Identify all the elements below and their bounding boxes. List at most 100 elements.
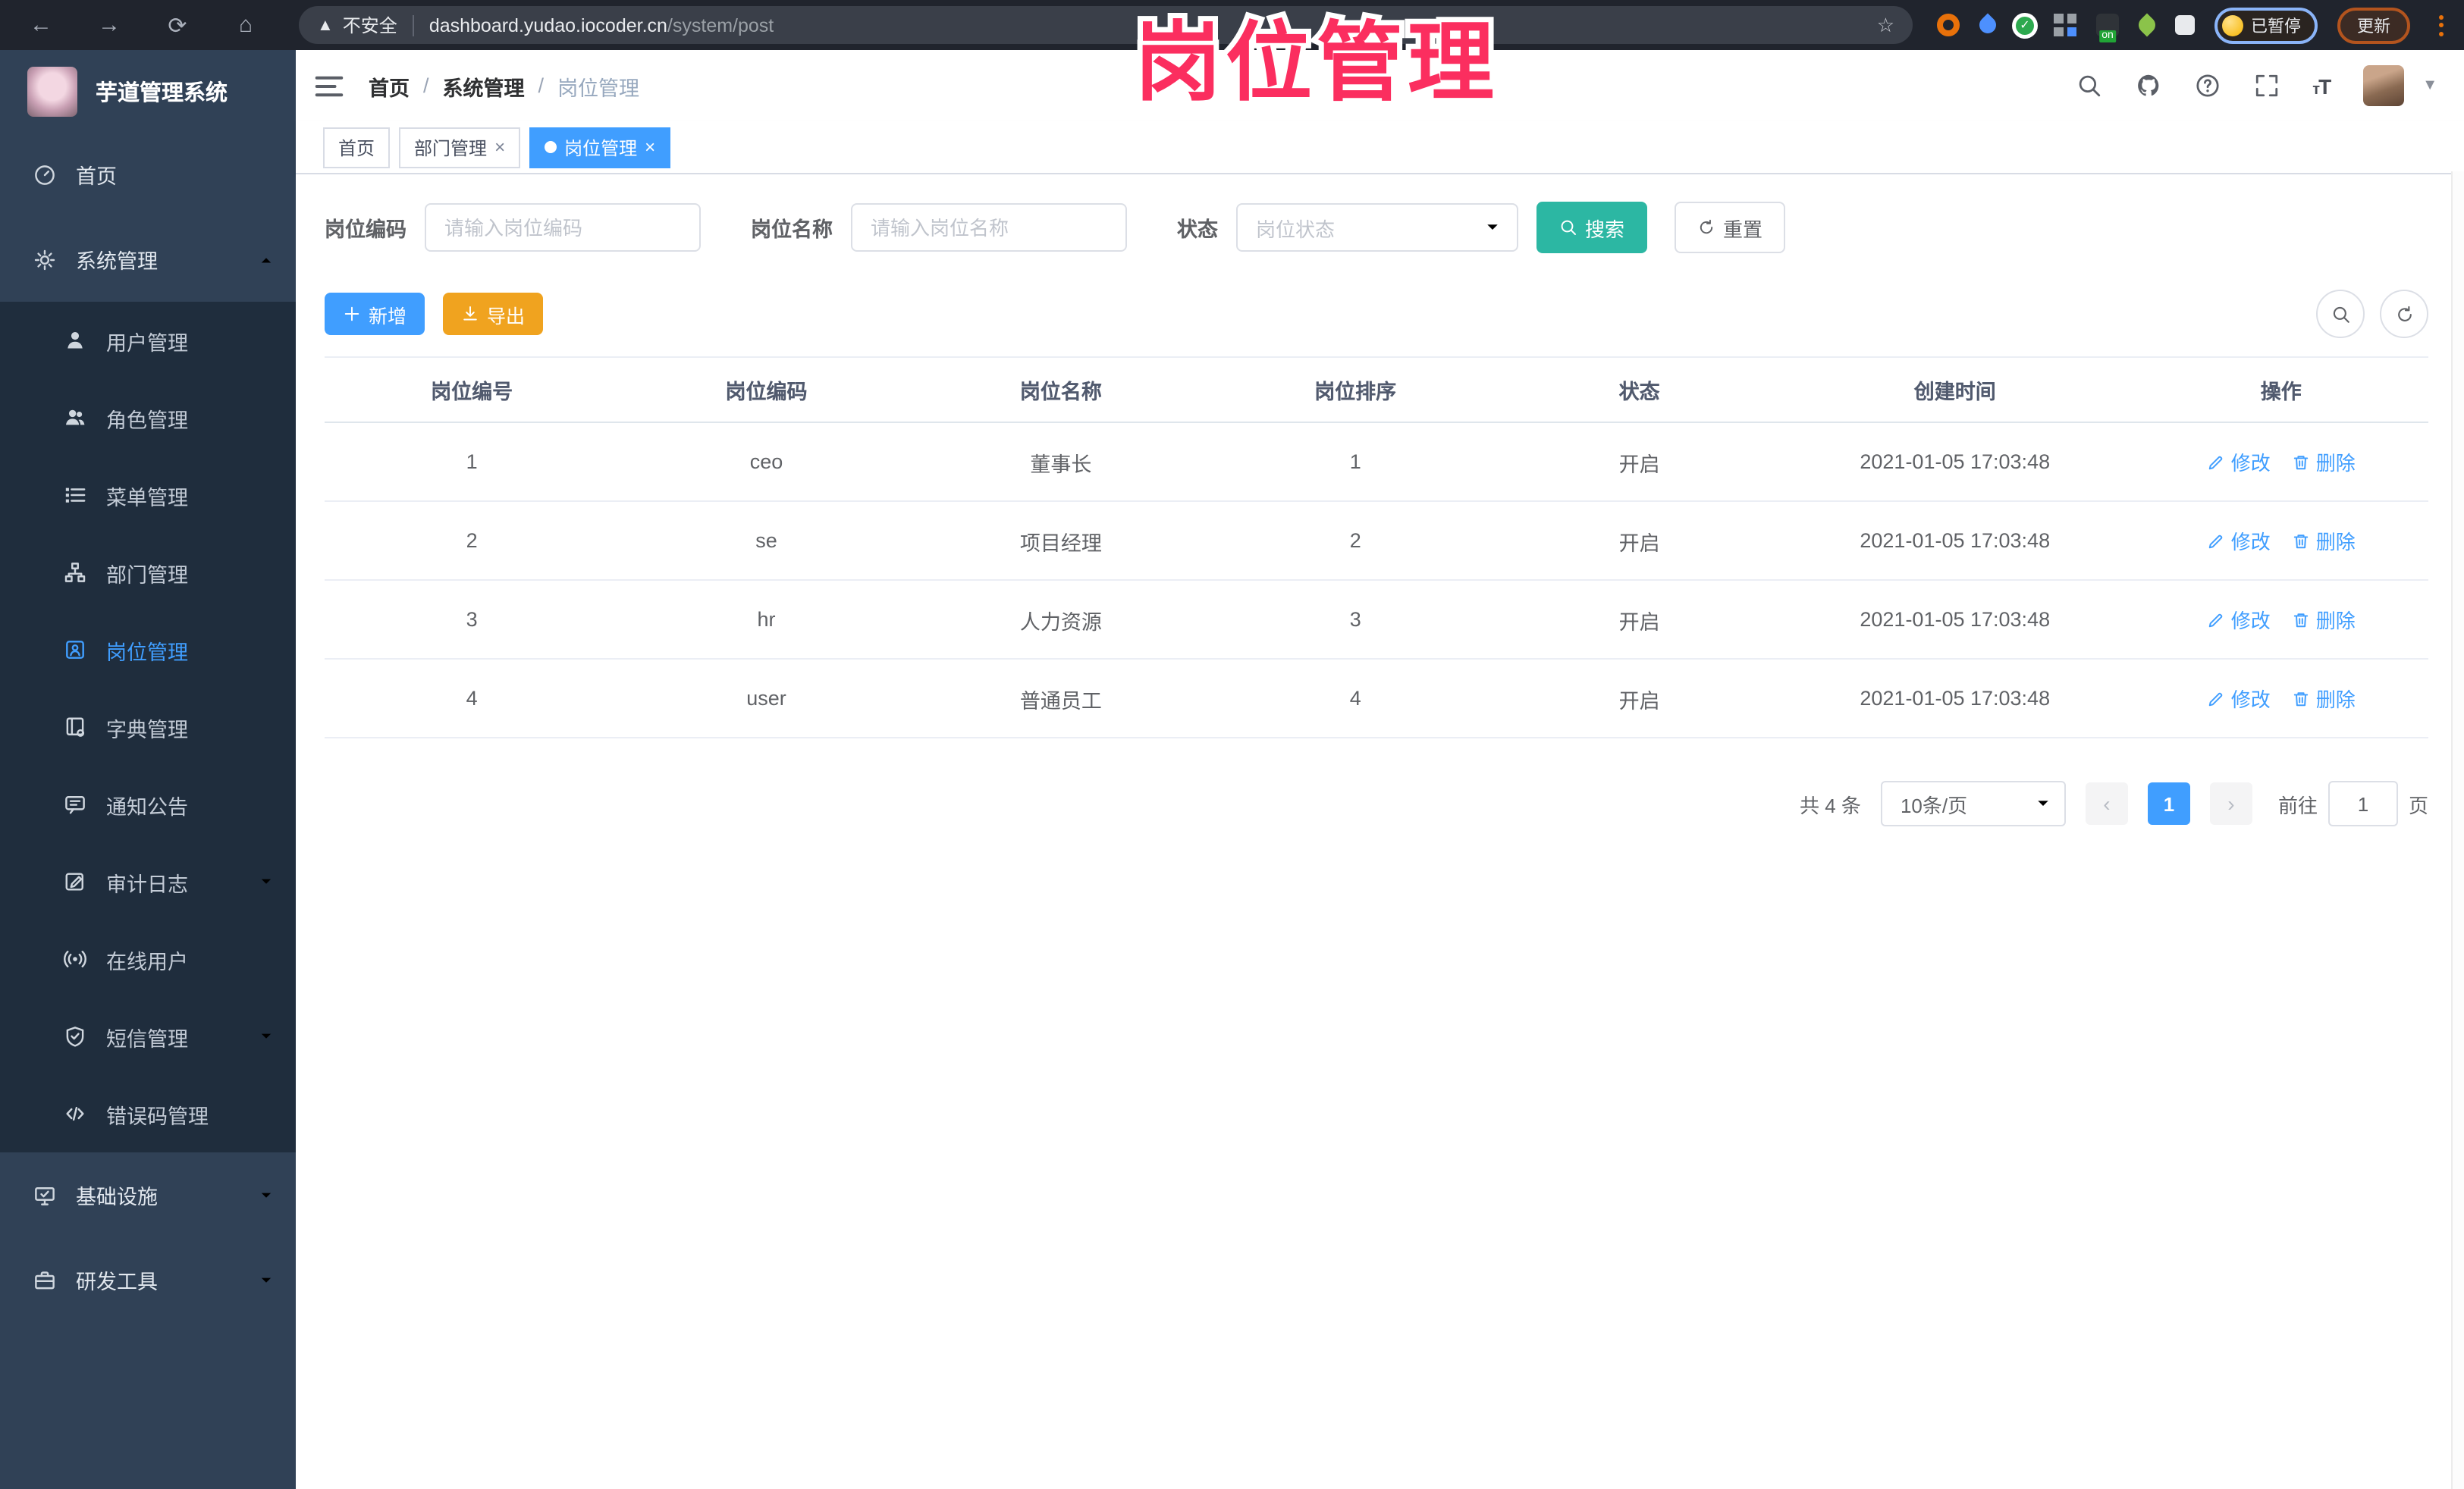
delete-link[interactable]: 删除	[2292, 684, 2356, 713]
sidebar-item-sms[interactable]: 短信管理	[0, 998, 296, 1075]
search-button[interactable]: 搜索	[1536, 202, 1648, 253]
sidebar-item-devtools[interactable]: 研发工具	[0, 1237, 296, 1322]
col-actions: 操作	[2133, 356, 2428, 423]
edit-link[interactable]: 修改	[2207, 526, 2271, 555]
profile-paused-badge[interactable]: 已暂停	[2214, 7, 2318, 43]
post-code-input[interactable]	[425, 203, 701, 252]
fullscreen-icon[interactable]	[2253, 73, 2279, 99]
extension-icon[interactable]	[2054, 14, 2076, 36]
back-icon[interactable]: ←	[27, 11, 55, 39]
status-select[interactable]: 岗位状态	[1236, 203, 1518, 252]
hamburger-icon[interactable]	[314, 71, 344, 101]
browser-menu-icon[interactable]	[2433, 11, 2450, 39]
not-secure-label: 不安全	[342, 15, 397, 36]
user-icon	[67, 331, 83, 349]
download-icon	[463, 306, 477, 321]
scrollbar[interactable]	[2451, 171, 2464, 1489]
toggle-search-button[interactable]	[2316, 290, 2365, 338]
sidebar-item-dicts[interactable]: 字典管理	[0, 688, 296, 766]
address-bar[interactable]: ▲ 不安全 dashboard.yudao.iocoder.cn /system…	[299, 6, 1913, 44]
refresh-table-button[interactable]	[2380, 290, 2428, 338]
forward-icon[interactable]: →	[96, 11, 123, 39]
breadcrumb-separator: /	[538, 74, 545, 97]
sidebar-item-infrastructure[interactable]: 基础设施	[0, 1152, 296, 1237]
system-submenu: 用户管理 角色管理 菜单管理 部门管理 岗位管理 字典管理 通知公告 审计日志 …	[0, 302, 296, 1152]
breadcrumb-home[interactable]: 首页	[369, 71, 410, 101]
table-row: 4 user 普通员工 4 开启 2021-01-05 17:03:48 修改 …	[325, 659, 2428, 738]
chevron-down-icon	[261, 1277, 272, 1282]
github-icon[interactable]	[2135, 73, 2161, 99]
close-icon[interactable]: ×	[645, 136, 655, 158]
trash-icon	[2293, 691, 2308, 706]
post-name-input[interactable]	[851, 203, 1127, 252]
extension-icon[interactable]	[1937, 14, 1960, 36]
reload-icon[interactable]: ⟳	[164, 11, 191, 39]
current-page[interactable]: 1	[2147, 782, 2190, 825]
on-badge: on	[2098, 30, 2117, 42]
delete-link[interactable]: 删除	[2292, 447, 2356, 476]
extension-icon[interactable]	[2135, 13, 2159, 37]
sidebar-item-menus[interactable]: 菜单管理	[0, 456, 296, 534]
tag-departments[interactable]: 部门管理 ×	[399, 127, 521, 168]
sidebar: 芋道管理系统 首页 系统管理 用户管理 角色管理 菜单管理 部门管理 岗位管理 …	[0, 50, 296, 1489]
col-created: 创建时间	[1775, 356, 2134, 423]
edit-icon	[2208, 455, 2223, 469]
page-size-select[interactable]: 10条/页	[1880, 781, 2066, 826]
home-icon[interactable]: ⌂	[232, 11, 259, 39]
status-text: 开启	[1502, 501, 1776, 581]
help-icon[interactable]	[2194, 73, 2220, 99]
sidebar-item-posts[interactable]: 岗位管理	[0, 611, 296, 688]
extension-icon[interactable]	[1976, 13, 2000, 37]
browser-update-button[interactable]: 更新	[2337, 7, 2410, 43]
extension-icon[interactable]: on	[2096, 14, 2119, 42]
sidebar-item-audit-logs[interactable]: 审计日志	[0, 843, 296, 920]
browser-extensions: ✓ on 已暂停 更新	[1937, 7, 2450, 43]
close-icon[interactable]: ×	[494, 136, 505, 158]
edit-link[interactable]: 修改	[2207, 605, 2271, 634]
edit-icon	[2208, 691, 2223, 706]
app-title: 芋道管理系统	[96, 81, 228, 105]
tag-posts-active[interactable]: 岗位管理 ×	[529, 127, 671, 168]
goto-page-input[interactable]	[2327, 781, 2398, 826]
sidebar-item-online-users[interactable]: 在线用户	[0, 920, 296, 998]
online-signal-icon	[64, 951, 86, 967]
avatar-caret-icon[interactable]: ▼	[2422, 77, 2437, 94]
total-count: 共 4 条	[1800, 794, 1861, 817]
sidebar-item-home[interactable]: 首页	[0, 132, 296, 217]
sidebar-item-roles[interactable]: 角色管理	[0, 379, 296, 456]
chevron-down-icon	[2038, 801, 2048, 806]
breadcrumb-system[interactable]: 系统管理	[443, 71, 525, 101]
browser-nav: ← → ⟳ ⌂	[27, 11, 259, 39]
table-row: 3 hr 人力资源 3 开启 2021-01-05 17:03:48 修改 删除	[325, 580, 2428, 660]
edit-link[interactable]: 修改	[2207, 684, 2271, 713]
col-post-sort: 岗位排序	[1208, 356, 1503, 423]
edit-link[interactable]: 修改	[2207, 447, 2271, 476]
extensions-puzzle-icon[interactable]	[2175, 15, 2195, 35]
search-icon[interactable]	[2076, 73, 2101, 99]
sidebar-item-departments[interactable]: 部门管理	[0, 534, 296, 611]
plus-icon	[344, 306, 359, 321]
delete-link[interactable]: 删除	[2292, 526, 2356, 555]
sidebar-item-users[interactable]: 用户管理	[0, 302, 296, 379]
reset-button[interactable]: 重置	[1675, 202, 1786, 253]
navbar-actions: тT ▼	[2076, 65, 2437, 106]
bookmark-star-icon[interactable]: ☆	[1877, 13, 1894, 37]
table-row: 2 se 项目经理 2 开启 2021-01-05 17:03:48 修改 删除	[325, 501, 2428, 581]
table-toolbar: 新增 导出	[325, 290, 2428, 338]
app-logo-row: 芋道管理系统	[0, 50, 296, 132]
browser-chrome: ← → ⟳ ⌂ ▲ 不安全 dashboard.yudao.iocoder.cn…	[0, 0, 2464, 50]
sidebar-item-error-codes[interactable]: 错误码管理	[0, 1075, 296, 1152]
tag-home[interactable]: 首页	[323, 127, 391, 168]
add-button[interactable]: 新增	[325, 293, 425, 335]
user-avatar[interactable]	[2363, 65, 2405, 106]
prev-page-button[interactable]: ‹	[2085, 782, 2128, 825]
sidebar-item-system[interactable]: 系统管理	[0, 217, 296, 302]
font-size-icon[interactable]: тT	[2312, 74, 2331, 98]
extension-icon[interactable]: ✓	[2016, 16, 2034, 34]
sidebar-item-notices[interactable]: 通知公告	[0, 766, 296, 843]
toolbox-icon	[35, 1271, 55, 1289]
delete-link[interactable]: 删除	[2292, 605, 2356, 634]
next-page-button[interactable]: ›	[2209, 782, 2252, 825]
chevron-down-icon	[1487, 224, 1498, 230]
export-button[interactable]: 导出	[443, 293, 544, 335]
